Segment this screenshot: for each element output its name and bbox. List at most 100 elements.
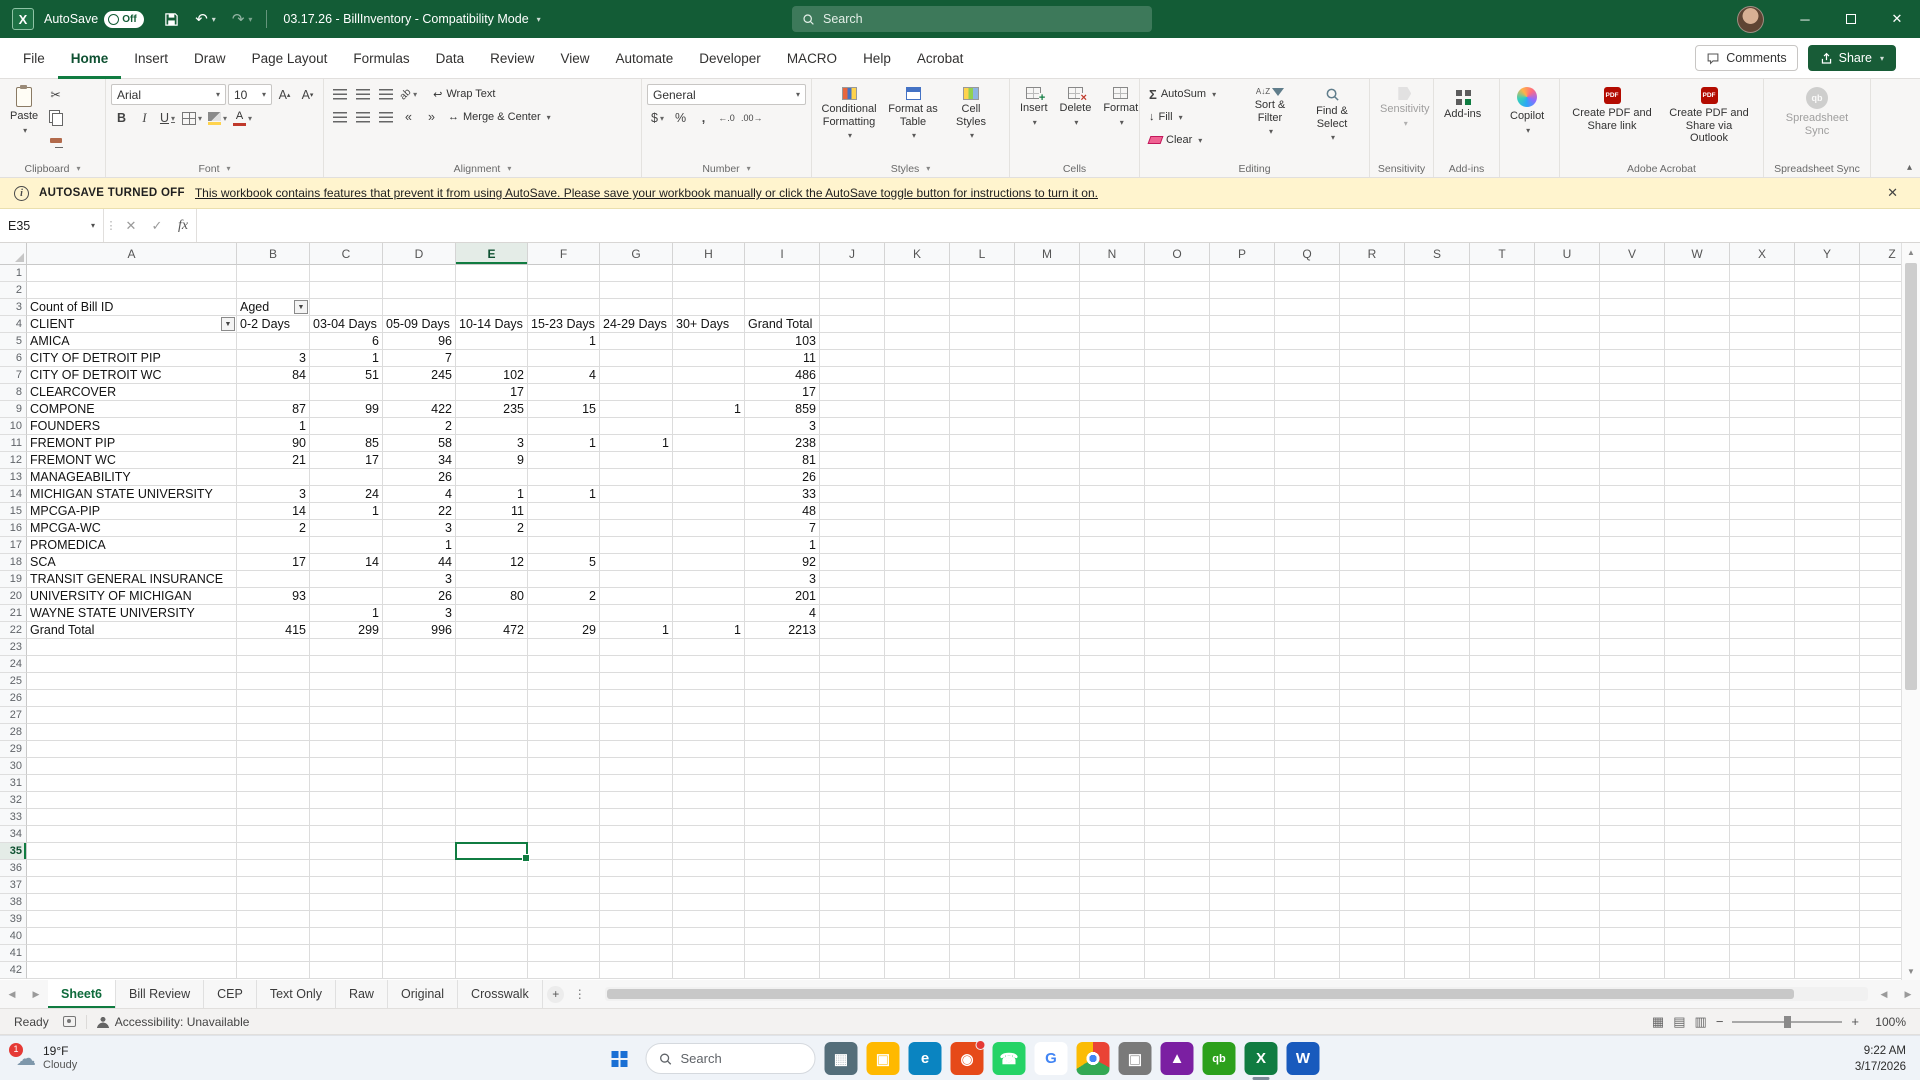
cell-I8[interactable]: 17 [745, 384, 820, 401]
cell-R24[interactable] [1340, 656, 1405, 673]
new-sheet-button[interactable]: + [543, 980, 569, 1008]
cell-Q28[interactable] [1275, 724, 1340, 741]
cell-I36[interactable] [745, 860, 820, 877]
cell-V17[interactable] [1600, 537, 1665, 554]
cell-X16[interactable] [1730, 520, 1795, 537]
find-select-button[interactable]: Find & Select▾ [1303, 84, 1361, 160]
alignment-dialog-launcher[interactable]: ▾ [507, 164, 511, 173]
chrome-icon[interactable] [1077, 1042, 1110, 1075]
format-as-table-button[interactable]: Format as Table▾ [883, 84, 943, 160]
cell-J16[interactable] [820, 520, 885, 537]
cell-B6[interactable]: 3 [237, 350, 310, 367]
cell-Y20[interactable] [1795, 588, 1860, 605]
cell-D19[interactable]: 3 [383, 571, 456, 588]
cell-W15[interactable] [1665, 503, 1730, 520]
cell-J17[interactable] [820, 537, 885, 554]
cell-A29[interactable] [27, 741, 237, 758]
decrease-decimal-button[interactable]: .00→ [739, 108, 765, 128]
cell-W37[interactable] [1665, 877, 1730, 894]
cell-I15[interactable]: 48 [745, 503, 820, 520]
sheet-nav-right-arrow[interactable]: ▶ [24, 980, 48, 1008]
cell-U30[interactable] [1535, 758, 1600, 775]
cell-E15[interactable]: 11 [456, 503, 528, 520]
cell-M37[interactable] [1015, 877, 1080, 894]
cell-P40[interactable] [1210, 928, 1275, 945]
cell-D29[interactable] [383, 741, 456, 758]
weather-widget[interactable]: ☁1 19°F Cloudy [10, 1040, 83, 1077]
cell-D41[interactable] [383, 945, 456, 962]
cell-Y24[interactable] [1795, 656, 1860, 673]
cell-D17[interactable]: 1 [383, 537, 456, 554]
cell-U22[interactable] [1535, 622, 1600, 639]
cell-O12[interactable] [1145, 452, 1210, 469]
cell-I14[interactable]: 33 [745, 486, 820, 503]
cell-Q15[interactable] [1275, 503, 1340, 520]
row-header-5[interactable]: 5 [0, 333, 27, 350]
sheet-tab-original[interactable]: Original [388, 980, 458, 1008]
cell-G27[interactable] [600, 707, 673, 724]
cell-T37[interactable] [1470, 877, 1535, 894]
cell-U10[interactable] [1535, 418, 1600, 435]
cell-F38[interactable] [528, 894, 600, 911]
cell-D26[interactable] [383, 690, 456, 707]
cell-V35[interactable] [1600, 843, 1665, 860]
cell-I16[interactable]: 7 [745, 520, 820, 537]
cell-A25[interactable] [27, 673, 237, 690]
share-button[interactable]: Share ▾ [1808, 45, 1896, 71]
cell-N37[interactable] [1080, 877, 1145, 894]
cell-Y7[interactable] [1795, 367, 1860, 384]
cell-U2[interactable] [1535, 282, 1600, 299]
cell-J21[interactable] [820, 605, 885, 622]
hscroll-right-arrow[interactable]: ▶ [1896, 980, 1920, 1008]
cell-I23[interactable] [745, 639, 820, 656]
cell-B10[interactable]: 1 [237, 418, 310, 435]
cell-Y6[interactable] [1795, 350, 1860, 367]
cell-J39[interactable] [820, 911, 885, 928]
cell-P8[interactable] [1210, 384, 1275, 401]
cell-H14[interactable] [673, 486, 745, 503]
cell-D38[interactable] [383, 894, 456, 911]
cell-V25[interactable] [1600, 673, 1665, 690]
cell-V14[interactable] [1600, 486, 1665, 503]
cell-K19[interactable] [885, 571, 950, 588]
cell-S4[interactable] [1405, 316, 1470, 333]
cell-F8[interactable] [528, 384, 600, 401]
cell-N28[interactable] [1080, 724, 1145, 741]
cell-M4[interactable] [1015, 316, 1080, 333]
cell-S37[interactable] [1405, 877, 1470, 894]
cell-B25[interactable] [237, 673, 310, 690]
cell-H18[interactable] [673, 554, 745, 571]
cell-Z13[interactable] [1860, 469, 1901, 486]
column-header-T[interactable]: T [1470, 243, 1535, 265]
cell-B14[interactable]: 3 [237, 486, 310, 503]
cell-W29[interactable] [1665, 741, 1730, 758]
cell-H10[interactable] [673, 418, 745, 435]
align-right-button[interactable] [375, 107, 396, 127]
cell-T32[interactable] [1470, 792, 1535, 809]
cell-J31[interactable] [820, 775, 885, 792]
cell-X12[interactable] [1730, 452, 1795, 469]
cell-P33[interactable] [1210, 809, 1275, 826]
cell-H40[interactable] [673, 928, 745, 945]
macro-record-icon[interactable] [63, 1016, 76, 1027]
cell-J24[interactable] [820, 656, 885, 673]
cell-G29[interactable] [600, 741, 673, 758]
cell-K42[interactable] [885, 962, 950, 979]
cell-G15[interactable] [600, 503, 673, 520]
cell-D5[interactable]: 96 [383, 333, 456, 350]
cell-Y42[interactable] [1795, 962, 1860, 979]
cell-I41[interactable] [745, 945, 820, 962]
cell-E29[interactable] [456, 741, 528, 758]
cell-H37[interactable] [673, 877, 745, 894]
cell-J22[interactable] [820, 622, 885, 639]
redo-button[interactable]: ↷▾ [224, 0, 261, 38]
cell-N16[interactable] [1080, 520, 1145, 537]
cell-F17[interactable] [528, 537, 600, 554]
row-header-40[interactable]: 40 [0, 928, 27, 945]
cell-J5[interactable] [820, 333, 885, 350]
cell-I37[interactable] [745, 877, 820, 894]
cell-E12[interactable]: 9 [456, 452, 528, 469]
cell-E25[interactable] [456, 673, 528, 690]
cell-P42[interactable] [1210, 962, 1275, 979]
font-name-combobox[interactable]: Arial▾ [111, 84, 226, 105]
